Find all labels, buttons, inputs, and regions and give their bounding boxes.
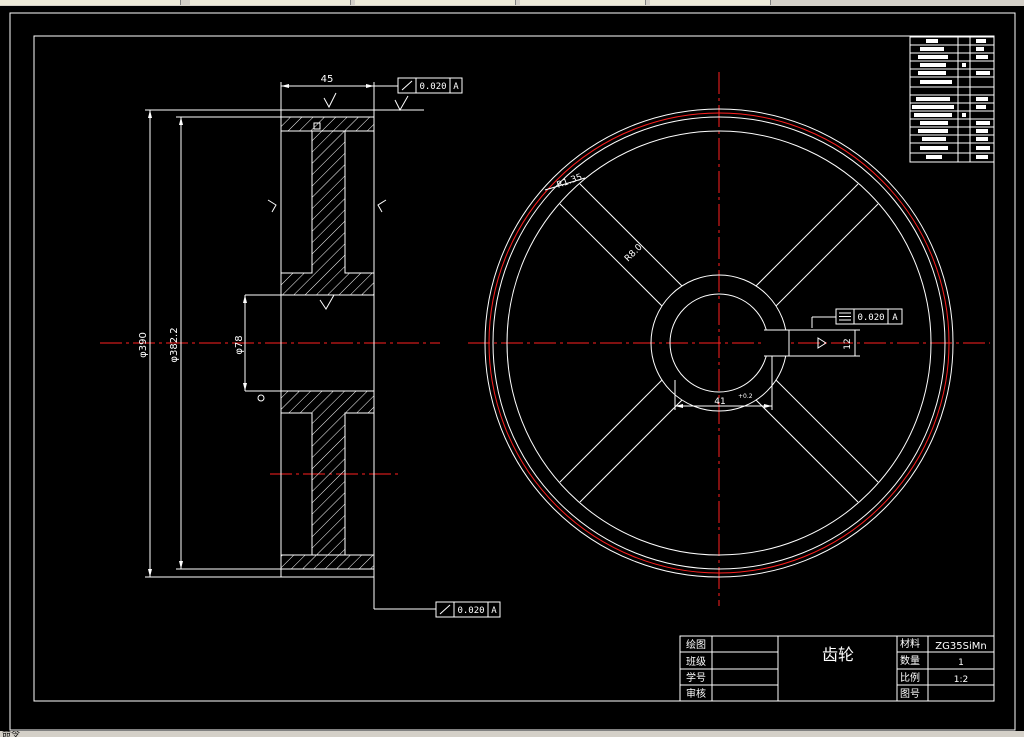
tolerance-frame-runout-bottom: 0.020 A [435,601,501,618]
web-bottom [280,390,375,556]
label-drawing-no: 图号 [900,688,920,700]
label-quantity: 数量 [900,654,920,667]
material-value: ZG35SiMn [935,641,986,652]
inner-border [33,35,995,702]
label-material: 材料 [900,637,920,650]
roughness-icon [319,294,335,310]
tolerance-frame-runout-top: 0.020 A [397,77,463,94]
dim-width-label: 45 [321,74,334,85]
section-view: 45 φ390 φ382.2 φ78 [100,74,440,578]
toolbar-segment[interactable] [355,0,516,5]
toolbar-segment[interactable] [520,0,646,5]
command-line[interactable]: 命令 [0,731,1024,737]
roughness-icon [394,95,409,112]
tolerance-frame-symmetry: 0.020 A [835,308,903,325]
label-student: 学号 [686,671,706,684]
svg-text:0.020: 0.020 [457,606,484,616]
rim-bottom [280,554,375,570]
toolbar-segment[interactable] [190,0,351,5]
title-block: 绘图 班级 学号 审核 齿轮 材料 ZG35SiMn 数量 1 比例 1:2 图… [679,635,995,702]
outer-border [9,12,1016,731]
svg-text:0.020: 0.020 [857,313,884,323]
dim-outer-dia: φ390 [138,332,149,358]
quantity-value: 1 [958,658,964,668]
dim-key-width: 41 [714,397,725,407]
toolbar-segment[interactable] [650,0,771,5]
dim-key-depth: 12 [843,338,853,349]
part-name: 齿轮 [822,645,854,664]
roughness-icon [267,199,277,213]
parameter-table [909,36,995,163]
label-scale: 比例 [900,671,920,684]
roughness-icon [377,199,387,213]
front-view: R1.35 R8.0 41 +0.2 12 [468,72,990,606]
label-drawn: 绘图 [686,638,706,651]
dim-key-tol: +0.2 [738,393,753,400]
keyway [764,329,790,357]
svg-text:A: A [491,606,497,616]
roughness-icon [323,92,337,109]
svg-text:0.020: 0.020 [419,82,446,92]
dim-bore-dia: φ78 [234,335,245,354]
dim-tip-dia: φ382.2 [169,327,180,362]
command-prompt: 命令 [2,731,21,737]
label-class: 班级 [686,656,706,668]
svg-text:A: A [892,313,898,323]
toolbar-segment[interactable] [0,0,181,5]
web-top [280,130,375,296]
cad-drawing: 45 φ390 φ382.2 φ78 0.020 A 0.020 A R1.35… [9,12,1016,731]
datum-symbol [257,394,265,402]
svg-text:A: A [453,82,459,92]
label-review: 审核 [686,687,706,700]
rim-top [280,116,375,132]
dim-fillet-r: R1.35 [556,172,584,190]
scale-value: 1:2 [954,675,968,685]
drawing-canvas[interactable]: 45 φ390 φ382.2 φ78 0.020 A 0.020 A R1.35… [0,6,1024,731]
